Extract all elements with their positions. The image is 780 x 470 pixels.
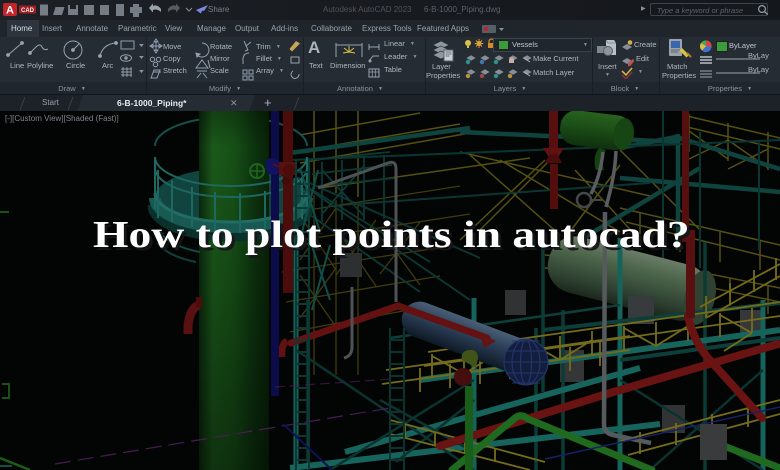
svg-text:A: A bbox=[6, 5, 14, 17]
svg-text:CAD: CAD bbox=[21, 8, 35, 14]
